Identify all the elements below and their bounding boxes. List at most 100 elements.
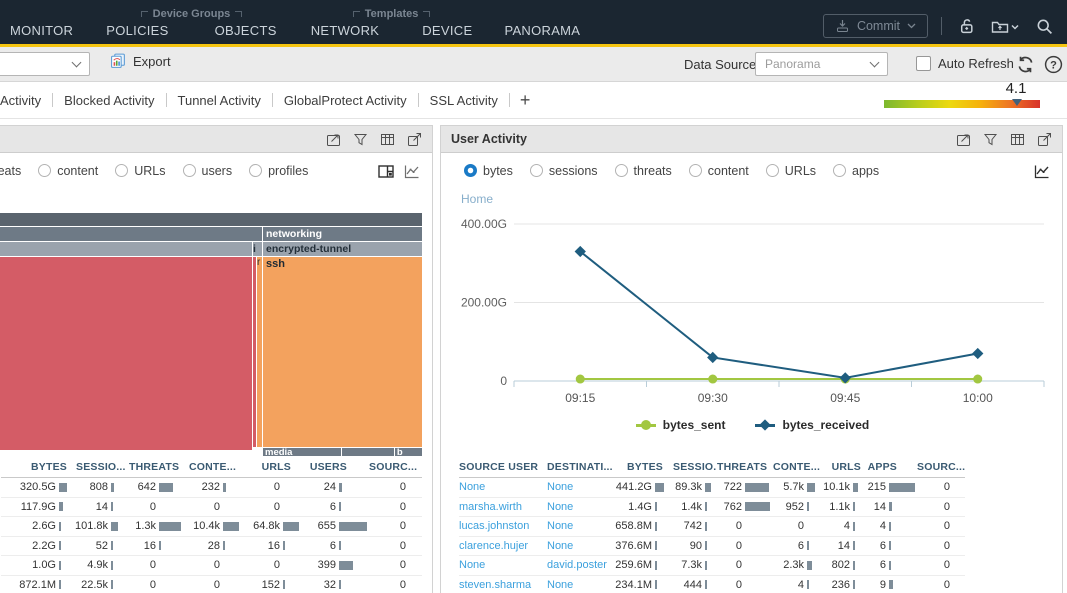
treemap-subcategory-encrypted-tunnel[interactable]: encrypted-tunnel — [263, 242, 422, 256]
source-user-link[interactable]: marsha.wirth — [459, 501, 547, 513]
radio-unselected-icon[interactable] — [249, 164, 262, 177]
refresh-icon[interactable] — [1016, 55, 1035, 79]
radio-unselected-icon[interactable] — [833, 164, 846, 177]
source-user-link[interactable]: clarence.hujer — [459, 540, 547, 552]
value-bar — [339, 522, 367, 531]
help-icon[interactable]: ? — [1044, 55, 1063, 79]
nav-item-panorama[interactable]: PANORAMA — [504, 23, 580, 38]
source-user-link[interactable]: None — [459, 559, 547, 571]
radio-option-sessions[interactable]: sessions — [530, 164, 598, 178]
radio-option-threats[interactable]: threats — [615, 164, 672, 178]
search-icon[interactable] — [1033, 15, 1055, 37]
radio-unselected-icon[interactable] — [615, 164, 628, 177]
treemap-cell-sliver[interactable] — [253, 257, 256, 447]
nav-item-monitor[interactable]: MONITOR — [10, 23, 73, 38]
destination-user-link[interactable]: None — [547, 520, 615, 532]
radio-label: profiles — [268, 164, 308, 178]
treemap-cell-small[interactable] — [342, 448, 394, 456]
cell-bar-slot — [159, 580, 189, 589]
destination-user-link[interactable]: None — [547, 540, 615, 552]
commit-button[interactable]: Commit — [823, 14, 928, 38]
tab-blocked-activity[interactable]: Blocked Activity — [53, 93, 165, 108]
destination-user-link[interactable]: None — [547, 501, 615, 513]
radio-unselected-icon[interactable] — [115, 164, 128, 177]
radio-unselected-icon[interactable] — [183, 164, 196, 177]
destination-user-link[interactable]: None — [547, 481, 615, 493]
radio-option-content[interactable]: content — [38, 164, 98, 178]
radio-option-content[interactable]: content — [689, 164, 749, 178]
treemap-view-icon[interactable] — [378, 163, 394, 179]
table-cell-numeric: 642 — [129, 481, 189, 493]
radio-label: content — [708, 164, 749, 178]
radio-selected-icon[interactable] — [464, 164, 477, 177]
cell-value: 0 — [736, 559, 742, 571]
source-user-link[interactable]: lucas.johnston — [459, 520, 547, 532]
line-graph-view-icon[interactable] — [1034, 163, 1050, 179]
treemap-cell-ssh[interactable]: ssh — [263, 257, 422, 447]
export-widget-icon[interactable] — [406, 131, 422, 147]
filter-icon[interactable] — [982, 131, 998, 147]
treemap-cell-small[interactable]: b — [395, 448, 422, 456]
divider — [941, 17, 942, 35]
radio-unselected-icon[interactable] — [38, 164, 51, 177]
value-bar — [807, 580, 809, 589]
cell-bar-slot — [223, 541, 246, 550]
data-source-select[interactable]: Panorama — [755, 52, 888, 76]
destination-user-link[interactable]: david.poster — [547, 559, 615, 571]
export-button[interactable]: Export — [110, 53, 171, 69]
tab-ssl-activity[interactable]: SSL Activity — [419, 93, 509, 108]
maximize-icon[interactable] — [325, 131, 341, 147]
value-bar — [339, 502, 341, 511]
unlock-icon[interactable] — [955, 15, 977, 37]
cell-bar-slot — [705, 541, 717, 550]
nav-item-policies[interactable]: POLICIES — [106, 23, 168, 38]
radio-option-apps[interactable]: apps — [833, 164, 879, 178]
tab-globalprotect-activity[interactable]: GlobalProtect Activity — [273, 93, 418, 108]
table-icon[interactable] — [379, 131, 395, 147]
radio-option-users[interactable]: users — [183, 164, 233, 178]
treemap-category-cell[interactable] — [0, 227, 262, 241]
data-source-label: Data Source — [684, 57, 756, 72]
legend-item-bytes_received[interactable]: bytes_received — [755, 418, 869, 432]
radio-unselected-icon[interactable] — [766, 164, 779, 177]
treemap-category-band[interactable] — [0, 213, 422, 226]
radio-unselected-icon[interactable] — [530, 164, 543, 177]
destination-user-link[interactable]: None — [547, 579, 615, 591]
maximize-icon[interactable] — [955, 131, 971, 147]
nav-item-network[interactable]: NETWORK — [311, 23, 380, 38]
radio-option-profiles[interactable]: profiles — [249, 164, 308, 178]
radio-option-urls[interactable]: URLs — [766, 164, 816, 178]
radio-unselected-icon[interactable] — [689, 164, 702, 177]
auto-refresh-toggle[interactable]: Auto Refresh — [916, 56, 1014, 71]
column-header: SOURC... — [917, 461, 965, 473]
treemap-subcategory-fragment[interactable]: i — [253, 242, 262, 256]
device-context-icon[interactable] — [990, 15, 1020, 37]
treemap-cell-media[interactable]: media — [263, 448, 341, 456]
source-user-link[interactable]: None — [459, 481, 547, 493]
treemap-cell-large-red[interactable] — [0, 257, 252, 450]
legend-item-bytes_sent[interactable]: bytes_sent — [636, 418, 726, 432]
radio-option-urls[interactable]: URLs — [115, 164, 165, 178]
table-icon[interactable] — [1009, 131, 1025, 147]
export-widget-icon[interactable] — [1036, 131, 1052, 147]
table-cell-numeric: 5.7k — [773, 481, 823, 493]
treemap-cell-fragment[interactable]: r — [257, 257, 262, 447]
nav-item-device[interactable]: DEVICE — [422, 23, 472, 38]
table-cell-numeric: 0 — [189, 579, 246, 591]
nav-item-objects[interactable]: OBJECTS — [215, 23, 277, 38]
source-user-link[interactable]: steven.sharma — [459, 579, 547, 591]
line-graph-view-icon[interactable] — [404, 163, 420, 179]
radio-option-bytes[interactable]: bytes — [464, 164, 513, 178]
column-header: CONTE... — [773, 461, 823, 473]
tab-activity[interactable]: Activity — [0, 93, 52, 108]
breadcrumb-home[interactable]: Home — [461, 192, 493, 206]
filter-icon[interactable] — [352, 131, 368, 147]
context-select[interactable] — [0, 52, 90, 76]
auto-refresh-checkbox[interactable] — [916, 56, 931, 71]
cell-bar-slot — [655, 483, 673, 492]
treemap-subcategory-cell[interactable] — [0, 242, 252, 256]
treemap-category-networking[interactable]: networking — [263, 227, 422, 241]
radio-option-threats[interactable]: threats — [0, 164, 21, 178]
tab-tunnel-activity[interactable]: Tunnel Activity — [167, 93, 272, 108]
add-tab-button[interactable]: + — [510, 90, 541, 111]
